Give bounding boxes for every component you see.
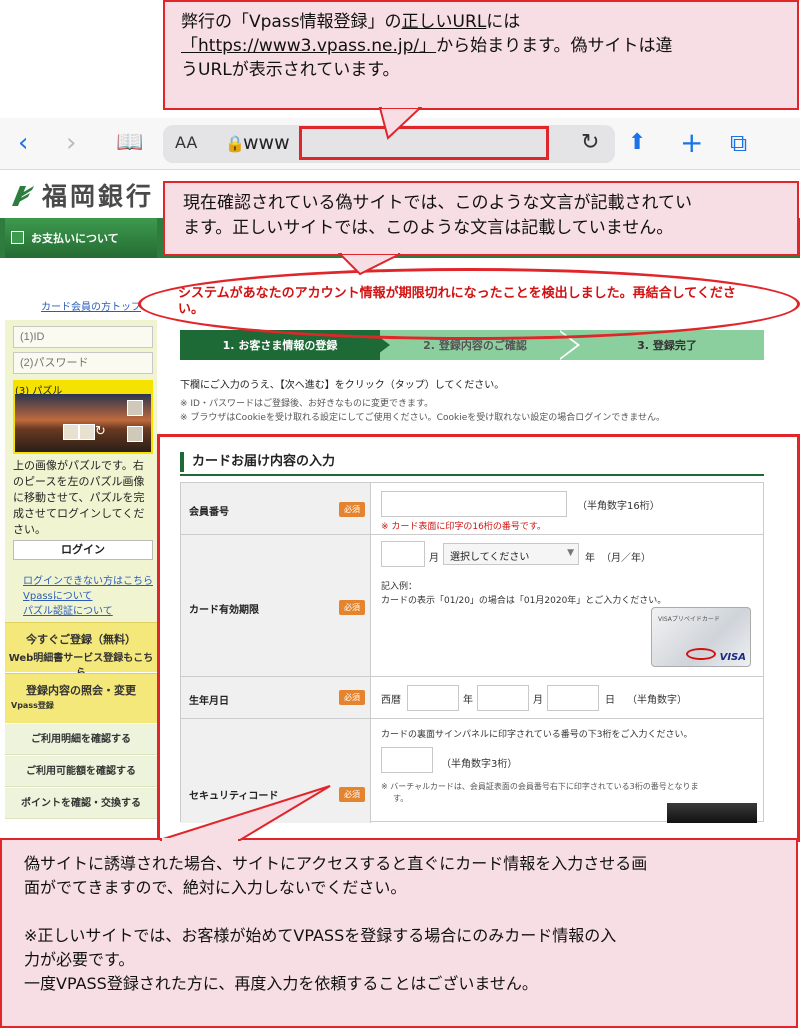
inquiry-title: 登録内容の照会・変更 — [26, 684, 136, 697]
id-input[interactable] — [13, 326, 153, 348]
callout-bottom-line-1: 偽サイトに誘導された場合、サイトにアクセスすると直ぐにカード情報を入力させる画 — [24, 854, 648, 873]
note-cookie: ※ ブラウザはCookieを受け取れる設定にしてご使用ください。Cookieを受… — [180, 413, 665, 423]
callout-bottom-line-5: 一度VPASS登録された方に、再度入力を依頼することはございません。 — [24, 974, 538, 993]
inquiry-subtitle: Vpass登録 — [11, 701, 54, 710]
puzzle-image[interactable]: ↻ — [15, 394, 151, 452]
callout-bottom-line-4: 力が必要です。 — [24, 950, 135, 969]
tabs-icon[interactable]: ⧉ — [730, 126, 747, 160]
note-id-password: ※ ID・パスワードはご登録後、お好きなものに変更できます。 — [180, 399, 434, 409]
register-now-button[interactable]: 今すぐご登録（無料） Web明細書サービス登録もこちら — [5, 622, 157, 679]
sidebar: カード会員の方トップ (3) パズル ↻ 上の画像がパズルです。右のピースを左の… — [5, 290, 157, 830]
book-icon[interactable]: 📖 — [116, 126, 143, 160]
plus-icon[interactable]: + — [680, 126, 703, 160]
chevron-right-icon[interactable]: › — [66, 126, 76, 160]
form-highlight-box — [157, 434, 800, 842]
callout-text-underlined: 正しいURL — [401, 12, 487, 32]
callout-text: から始まります。偽サイトは違 — [436, 36, 673, 56]
callout-card-input-warning: 偽サイトに誘導された場合、サイトにアクセスすると直ぐにカード情報を入力させる画 … — [0, 838, 798, 1028]
callout-url-warning: 弊行の「Vpass情報登録」の正しいURLには 「https://www3.vp… — [163, 0, 799, 110]
member-top-link[interactable]: カード会員の方トップ — [41, 298, 141, 313]
callout-top-line-3: うURLが表示されています。 — [181, 60, 400, 80]
puzzle-description: 上の画像がパズルです。右のピースを左のパズル画像に移動させて、パズルを完成させて… — [13, 459, 145, 536]
password-input[interactable] — [13, 352, 153, 374]
callout-text: には — [486, 12, 521, 32]
login-panel: (3) パズル ↻ 上の画像がパズルです。右のピースを左のパズル画像に移動させて… — [5, 320, 157, 622]
callout-text: 弊行の「Vpass情報登録」の — [181, 12, 402, 32]
bank-name: 福岡銀行 — [42, 182, 155, 211]
puzzle-auth-link[interactable]: パズル認証について — [23, 602, 113, 617]
reader-aa-button[interactable]: AA — [175, 133, 197, 152]
inquiry-change-button[interactable]: 登録内容の照会・変更 Vpass登録 — [5, 673, 157, 723]
about-vpass-link[interactable]: Vpassについて — [23, 587, 92, 602]
callout-pointer — [337, 250, 401, 276]
login-button[interactable]: ログイン — [13, 540, 153, 560]
puzzle-piece[interactable] — [127, 400, 143, 416]
chevron-left-icon[interactable]: ‹ — [18, 126, 28, 160]
square-icon — [11, 231, 24, 244]
callout-mid-line-2: ます。正しいサイトでは、このような文言は記載していません。 — [183, 218, 674, 238]
nav-payment-button[interactable]: お支払いについて — [5, 218, 157, 258]
correct-url-text: 「https://www3.vpass.ne.jp/」 — [181, 36, 437, 56]
callout-pointer — [378, 104, 423, 140]
bank-logo[interactable]: 福岡銀行 — [6, 177, 154, 213]
puzzle-slot — [79, 424, 95, 440]
menu-statement[interactable]: ご利用明細を確認する — [5, 724, 157, 755]
callout-bottom-line-3: ※正しいサイトでは、お客様が始めてVPASSを登録する場合にのみカード情報の入 — [24, 926, 617, 945]
rotate-icon[interactable]: ↻ — [95, 424, 106, 439]
callout-mid-line-1: 現在確認されている偽サイトでは、このような文言が記載されてい — [183, 193, 692, 213]
url-text: www — [243, 132, 290, 154]
puzzle-captcha[interactable]: (3) パズル ↻ — [13, 380, 153, 454]
register-title: 今すぐご登録（無料） — [26, 633, 136, 646]
cannot-login-link[interactable]: ログインできない方はこちら — [23, 572, 153, 587]
reload-icon[interactable]: ↻ — [581, 130, 599, 155]
puzzle-slot — [63, 424, 79, 440]
lock-icon: 🔒 — [225, 134, 245, 153]
bank-logo-icon — [12, 186, 34, 206]
callout-top-line-2: 「https://www3.vpass.ne.jp/」から始まります。偽サイトは… — [181, 34, 781, 58]
share-icon[interactable]: ⬆ — [628, 126, 646, 160]
puzzle-piece[interactable] — [127, 426, 143, 442]
nav-payment-label: お支払いについて — [31, 232, 119, 245]
callout-bottom-line-2: 面がでてきますので、絶対に入力しないでください。 — [24, 878, 407, 897]
callout-pointer — [159, 785, 331, 842]
callout-spacer — [24, 900, 774, 924]
instruction-text: 下欄にご入力のうえ、【次へ進む】をクリック（タップ）してください。 — [180, 380, 505, 391]
error-highlight-oval — [138, 268, 800, 340]
callout-error-text-warning: 現在確認されている偽サイトでは、このような文言が記載されてい ます。正しいサイト… — [163, 181, 799, 256]
callout-top-line-1: 弊行の「Vpass情報登録」の正しいURLには — [181, 10, 781, 34]
